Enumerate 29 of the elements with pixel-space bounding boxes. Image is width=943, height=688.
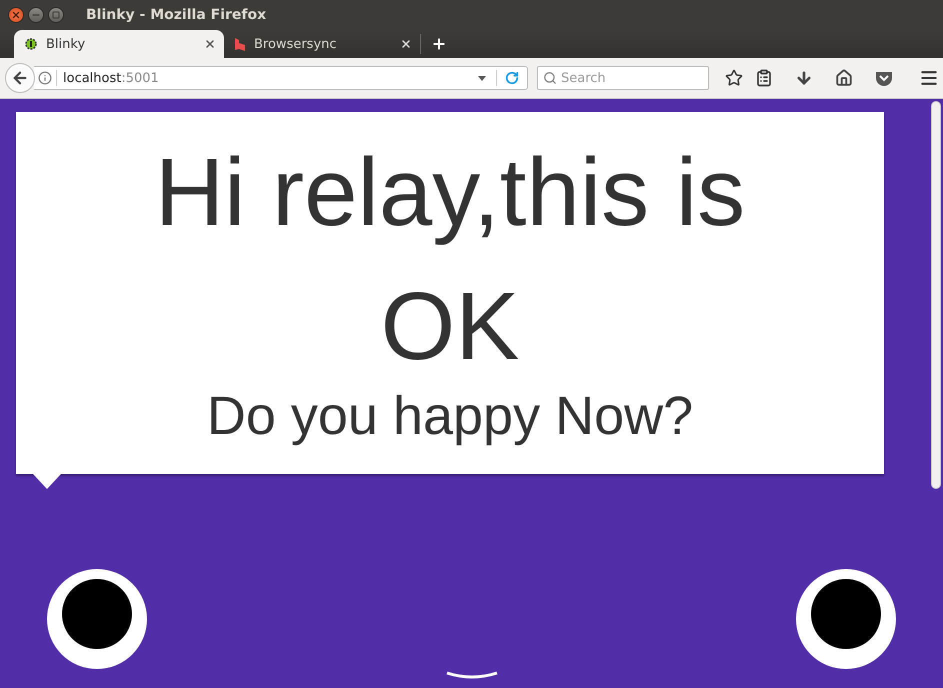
close-button[interactable] (8, 7, 24, 23)
download-icon[interactable] (795, 69, 813, 87)
star-icon[interactable] (725, 69, 743, 87)
maximize-button[interactable] (48, 7, 64, 23)
close-tab-icon[interactable] (204, 38, 216, 50)
search-bar[interactable]: Search (537, 66, 709, 90)
address-bar[interactable]: localhost:5001 (34, 66, 528, 90)
menu-icon[interactable] (919, 68, 939, 88)
dropdown-icon[interactable] (478, 76, 486, 80)
close-icon (11, 10, 21, 20)
clipboard-icon[interactable] (755, 69, 773, 87)
maximize-icon (52, 11, 60, 19)
back-button[interactable] (5, 63, 35, 93)
pocket-icon[interactable] (875, 70, 893, 86)
tab-label: Blinky (46, 36, 86, 52)
bubble-heading: Hi relay,this is OK (154, 138, 746, 382)
browser-tab[interactable]: Blinky (14, 30, 224, 58)
scrollbar-thumb[interactable] (930, 101, 940, 489)
browser-tab[interactable]: Browsersync (224, 30, 420, 58)
close-tab-icon[interactable] (400, 38, 412, 50)
tab-label: Browsersync (254, 36, 338, 52)
url-text: localhost:5001 (62, 70, 160, 86)
home-icon[interactable] (835, 69, 853, 87)
search-icon (543, 71, 557, 85)
minimize-button[interactable] (28, 7, 44, 23)
window-title: Blinky - Mozilla Firefox (86, 7, 266, 23)
bubble-subheading: Do you happy Now? (206, 386, 694, 446)
mouth-drawing (446, 672, 498, 678)
plus-icon (431, 36, 447, 52)
